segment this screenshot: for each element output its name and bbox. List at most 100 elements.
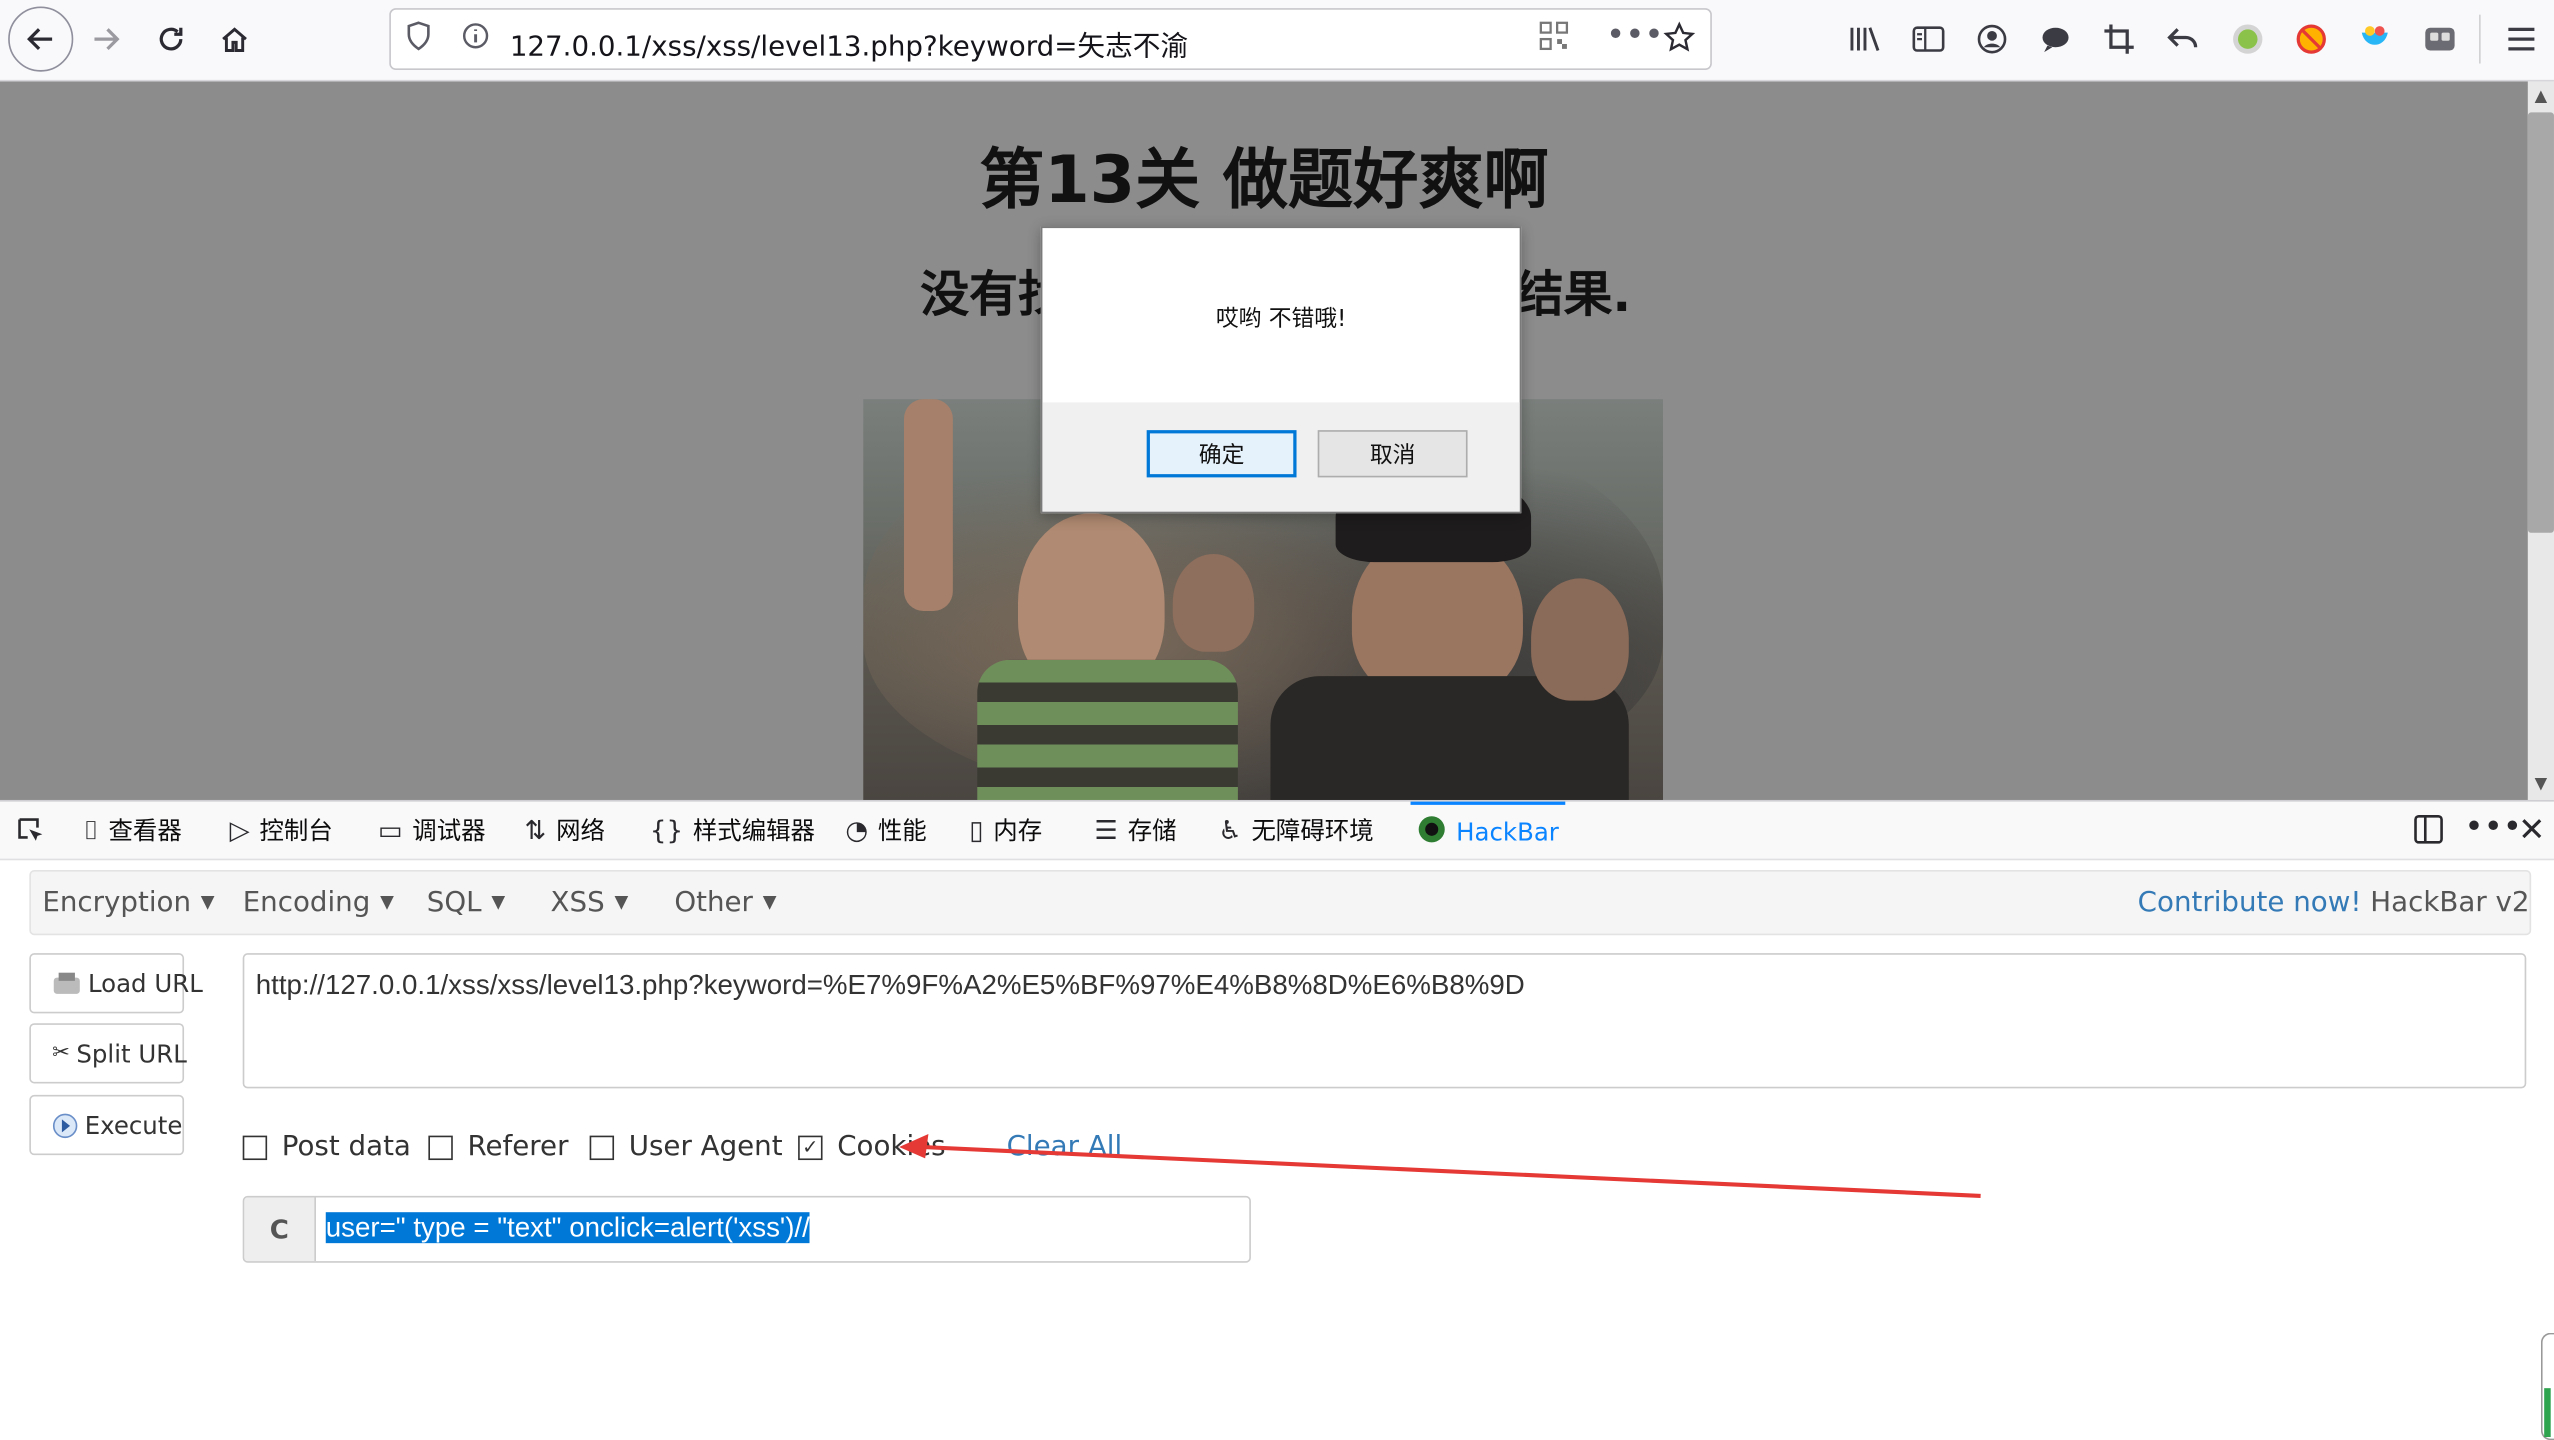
tab-style-editor-label: 样式编辑器: [692, 816, 816, 846]
menu-encoding-label: Encoding: [242, 886, 371, 919]
menu-xss[interactable]: XSS ▼: [551, 886, 629, 919]
tab-inspector-label: 查看器: [108, 816, 182, 846]
element-picker-button[interactable]: [15, 802, 48, 859]
checkbox-box[interactable]: [589, 1134, 615, 1160]
home-button[interactable]: [205, 10, 264, 69]
alert-ok-button[interactable]: 确定: [1146, 430, 1297, 478]
page-scrollbar-thumb[interactable]: [2527, 112, 2554, 533]
reload-button[interactable]: [142, 10, 201, 69]
post-data-checkbox[interactable]: Post data: [242, 1130, 411, 1164]
load-url-button[interactable]: Load URL: [29, 953, 203, 1014]
menu-hamburger-icon[interactable]: [2502, 20, 2541, 59]
browser-toolbar: 127.0.0.1/xss/xss/level13.php?keyword=矢志…: [0, 0, 2554, 82]
debugger-icon: ▭: [377, 814, 403, 846]
reload-icon: [159, 27, 183, 51]
tab-memory[interactable]: ▯ 内存: [969, 802, 1042, 859]
play-icon: [52, 1110, 78, 1139]
page-actions-icon[interactable]: •••: [1606, 15, 1664, 54]
hackbar-url-textarea[interactable]: http://127.0.0.1/xss/xss/level13.php?key…: [242, 953, 2527, 1089]
hackbar-icon: [1417, 814, 1446, 850]
hackbar-menu-bar: Encryption ▼ Encoding ▼ SQL ▼ XSS ▼ Other ▼ C…: [29, 870, 2532, 936]
storage-icon: ☰: [1094, 814, 1118, 846]
accessibility-icon: ♿: [1218, 814, 1242, 846]
cookie-input-row: C user=" type = "text" onclick=alert('xs…: [242, 1195, 1251, 1263]
user-agent-checkbox[interactable]: User Agent: [589, 1130, 783, 1164]
sidebar-icon[interactable]: [1909, 20, 1948, 59]
cookie-field-label: C: [244, 1197, 316, 1262]
menu-other[interactable]: Other ▼: [674, 886, 776, 919]
cookies-checkbox[interactable]: ✓ Cookies: [798, 1130, 946, 1164]
contribute-link[interactable]: Contribute now!: [2138, 886, 2362, 919]
tab-performance-label: 性能: [877, 816, 927, 846]
scroll-down-icon[interactable]: ▼: [2528, 776, 2554, 794]
qr-code-icon[interactable]: [1539, 21, 1569, 57]
tab-network-label: 网络: [556, 816, 605, 846]
container-extension-icon[interactable]: [2420, 20, 2459, 59]
devtools-close-icon[interactable]: ✕: [2518, 810, 2545, 849]
memory-icon: ▯: [969, 814, 984, 846]
menu-encoding[interactable]: Encoding ▼: [243, 886, 394, 919]
forward-arrow-icon: [94, 28, 120, 51]
split-url-button[interactable]: ✂ Split URL: [29, 1023, 187, 1084]
referer-checkbox[interactable]: Referer: [428, 1131, 568, 1163]
console-icon: ▷: [229, 814, 250, 846]
tab-memory-label: 内存: [993, 816, 1043, 846]
page-subtitle-right: 结果.: [1514, 267, 1632, 325]
dock-side-icon[interactable]: [2412, 813, 2445, 854]
colorful-extension-icon[interactable]: [2355, 20, 2394, 59]
tab-debugger[interactable]: ▭ 调试器: [378, 802, 486, 859]
tab-hackbar-label: HackBar: [1456, 817, 1559, 847]
checkbox-box[interactable]: [428, 1134, 453, 1160]
tab-network[interactable]: ⇅ 网络: [524, 802, 604, 859]
post-data-label: Post data: [281, 1130, 411, 1164]
checkmark-icon[interactable]: ✓: [798, 1134, 823, 1160]
bookmark-star-icon[interactable]: [1663, 21, 1696, 60]
tab-performance[interactable]: ◔ 性能: [845, 802, 926, 859]
chat-extension-icon[interactable]: [2036, 20, 2075, 59]
devtools-more-icon[interactable]: •••: [2464, 807, 2522, 846]
checkbox-box[interactable]: [242, 1134, 268, 1160]
execute-button[interactable]: Execute: [29, 1094, 185, 1156]
url-bar[interactable]: 127.0.0.1/xss/xss/level13.php?keyword=矢志…: [389, 8, 1712, 71]
cookies-label: Cookies: [837, 1130, 946, 1164]
tab-hackbar[interactable]: HackBar: [1410, 801, 1566, 859]
library-icon[interactable]: [1845, 20, 1884, 59]
hackbar-version: HackBar v2: [2370, 886, 2530, 919]
home-icon: [222, 27, 247, 52]
tab-storage[interactable]: ☰ 存储: [1095, 802, 1177, 859]
green-dot-extension-icon[interactable]: [2228, 20, 2267, 59]
site-info-icon[interactable]: [461, 21, 490, 57]
devtools-tab-bar: ⌷ 查看器 ▷ 控制台 ▭ 调试器 ⇅ 网络 {} 样式编辑器 ◔ 性能 ▯ 内存 ☰ 存储 ♿…: [0, 799, 2554, 861]
inspector-icon: ⌷: [83, 813, 99, 845]
cookie-input[interactable]: user=" type = "text" onclick=alert('xss'…: [325, 1212, 810, 1245]
execute-label: Execute: [84, 1110, 183, 1140]
menu-encryption-label: Encryption: [42, 886, 192, 919]
caret-down-icon: ▼: [491, 891, 506, 913]
menu-encryption[interactable]: Encryption ▼: [42, 886, 214, 919]
scroll-up-icon[interactable]: ▲: [2528, 88, 2554, 106]
shield-icon[interactable]: [406, 21, 432, 57]
blocker-extension-icon[interactable]: [2292, 20, 2331, 59]
account-icon[interactable]: [1972, 20, 2011, 59]
back-button[interactable]: [8, 6, 74, 72]
alert-cancel-button[interactable]: 取消: [1317, 430, 1468, 478]
url-text[interactable]: 127.0.0.1/xss/xss/level13.php?keyword=矢志…: [510, 23, 1188, 64]
split-url-label: Split URL: [76, 1038, 187, 1069]
tab-style-editor[interactable]: {} 样式编辑器: [650, 802, 815, 859]
element-picker-icon: [18, 817, 43, 840]
load-url-label: Load URL: [87, 968, 203, 998]
alert-message: 哎哟 不错哦!: [1215, 306, 1347, 333]
tab-debugger-label: 调试器: [412, 816, 486, 846]
user-agent-label: User Agent: [628, 1130, 783, 1164]
crop-screenshot-icon[interactable]: [2100, 20, 2139, 59]
tab-inspector[interactable]: ⌷ 查看器: [83, 802, 182, 859]
undo-extension-icon[interactable]: [2163, 20, 2202, 59]
page-title: 第13关 做题好爽啊: [979, 143, 1549, 219]
contribute-area: Contribute now! HackBar v2: [2138, 886, 2530, 919]
menu-sql[interactable]: SQL ▼: [427, 886, 505, 919]
tab-console[interactable]: ▷ 控制台: [230, 802, 333, 859]
side-panel-indicator: [2544, 1388, 2551, 1438]
forward-button[interactable]: [77, 10, 136, 69]
tab-accessibility[interactable]: ♿ 无障碍环境: [1218, 802, 1373, 859]
clear-all-link[interactable]: Clear All: [1007, 1131, 1123, 1164]
